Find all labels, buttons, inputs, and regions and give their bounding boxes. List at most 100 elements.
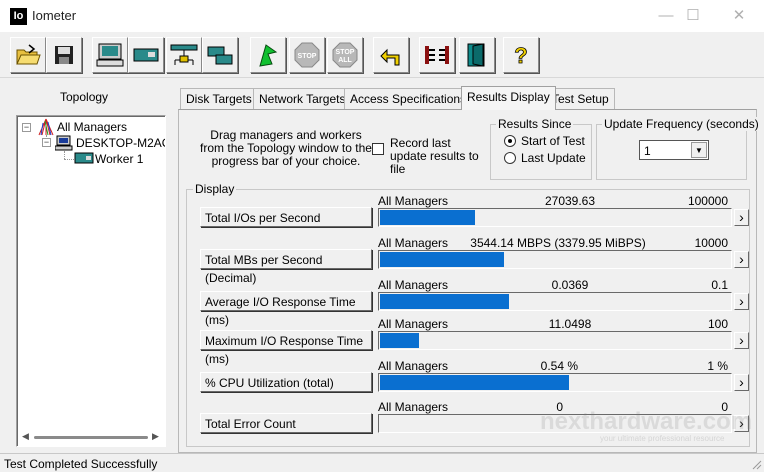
tab-test-setup[interactable]: Test Setup: [546, 88, 615, 109]
result-progress-bar[interactable]: [378, 250, 732, 269]
result-max-value: 100000: [687, 194, 728, 208]
duplicate-worker-button[interactable]: [202, 37, 238, 73]
tree-item-computer[interactable]: DESKTOP-M2AO8: [76, 136, 165, 150]
chevron-right-icon[interactable]: ›: [734, 251, 749, 268]
start-tests-button[interactable]: [250, 37, 286, 73]
watermark-tagline: your ultimate professional resource: [600, 434, 725, 443]
result-max-value: 0.1: [711, 278, 728, 292]
result-source-label: All Managers: [378, 317, 449, 331]
result-metric-button[interactable]: Total Error Count: [200, 413, 372, 433]
record-results-label: Record last update results to file: [390, 136, 479, 176]
instructions-text: Drag managers and workers from the Topol…: [200, 128, 372, 168]
svg-text:ALL: ALL: [338, 57, 352, 64]
scroll-thumb[interactable]: [34, 436, 148, 439]
disconnect-button[interactable]: [419, 37, 455, 73]
result-max-value: 10000: [694, 236, 728, 250]
status-bar: Test Completed Successfully: [0, 453, 764, 472]
result-source-label: All Managers: [378, 236, 449, 250]
tree-item-all-managers[interactable]: All Managers: [57, 120, 127, 134]
computer-icon: [55, 135, 73, 151]
open-folder-icon: [16, 44, 41, 65]
result-metric-button[interactable]: Total I/Os per Second: [200, 207, 372, 227]
add-network-target-button[interactable]: [166, 37, 202, 73]
scroll-left-icon[interactable]: ◀: [22, 431, 29, 442]
stop-icon: STOP: [294, 42, 320, 68]
chevron-right-icon[interactable]: ›: [734, 332, 749, 349]
chevron-right-icon[interactable]: ›: [734, 209, 749, 226]
minimize-icon[interactable]: —: [651, 4, 681, 28]
help-button[interactable]: ?: [503, 37, 539, 73]
tree-item-worker[interactable]: Worker 1: [95, 152, 143, 166]
topology-tree[interactable]: − All Managers − DESKTOP-M2AO8 Worker 1: [16, 115, 166, 447]
close-icon[interactable]: ✕: [724, 4, 754, 28]
record-results-checkbox[interactable]: [372, 143, 384, 155]
result-max-value: 1 %: [707, 359, 728, 373]
new-network-worker-icon: [133, 48, 159, 62]
stop-all-button[interactable]: STOP ALL: [327, 37, 363, 73]
result-source-label: All Managers: [378, 194, 449, 208]
maximize-icon[interactable]: ☐: [678, 4, 708, 28]
worker-icon: [74, 152, 94, 164]
update-frequency-value: 1: [644, 144, 651, 158]
result-progress-bar[interactable]: [378, 208, 732, 227]
svg-text:STOP: STOP: [298, 53, 317, 60]
start-network-worker-button[interactable]: [128, 37, 164, 73]
svg-text:STOP: STOP: [336, 49, 355, 56]
tree-expander[interactable]: −: [42, 138, 51, 147]
disconnect-icon: [425, 46, 449, 64]
exit-icon: [467, 43, 485, 67]
start-disk-worker-button[interactable]: [92, 37, 128, 73]
save-config-button[interactable]: [46, 37, 82, 73]
stop-test-button[interactable]: STOP: [289, 37, 325, 73]
result-source-label: All Managers: [378, 359, 449, 373]
title-bar: Io Iometer — ☐ ✕: [0, 0, 764, 32]
radio-start-of-test-label: Start of Test: [521, 134, 585, 148]
tab-network-targets[interactable]: Network Targets: [253, 88, 352, 109]
result-progress-fill: [380, 375, 569, 390]
result-progress-bar[interactable]: [378, 331, 732, 350]
stop-all-icon: STOP ALL: [332, 42, 358, 68]
result-value: 3544.14 MBPS (3379.95 MiBPS): [470, 236, 646, 250]
toolbar: STOP STOP ALL ?: [0, 32, 764, 78]
radio-start-of-test[interactable]: [504, 135, 516, 147]
result-progress-fill: [380, 294, 509, 309]
topology-title: Topology: [60, 90, 109, 104]
all-managers-icon: [38, 118, 54, 136]
help-icon: ?: [514, 43, 528, 68]
tab-results-display[interactable]: Results Display: [461, 86, 556, 110]
result-metric-button[interactable]: Maximum I/O Response Time (ms): [200, 330, 372, 366]
display-label: Display: [193, 182, 237, 196]
radio-last-update[interactable]: [504, 152, 516, 164]
result-metric-button[interactable]: % CPU Utilization (total): [200, 372, 372, 392]
tab-disk-targets[interactable]: Disk Targets: [180, 88, 258, 109]
update-frequency-select[interactable]: 1 ▼: [639, 140, 709, 160]
result-progress-bar[interactable]: [378, 373, 732, 392]
topology-scrollbar[interactable]: ◀ ▶: [18, 430, 164, 446]
result-value: 0.54 %: [540, 359, 578, 373]
results-since-label: Results Since: [496, 117, 574, 131]
result-progress-fill: [380, 252, 504, 267]
app-logo-icon: Io: [10, 8, 27, 25]
tab-access-specifications[interactable]: Access Specifications: [344, 88, 473, 109]
result-progress-bar[interactable]: [378, 292, 732, 311]
chevron-right-icon[interactable]: ›: [734, 293, 749, 310]
open-config-button[interactable]: [10, 37, 46, 73]
chevron-down-icon[interactable]: ▼: [691, 142, 707, 158]
scroll-right-icon[interactable]: ▶: [152, 431, 159, 442]
radio-last-update-label: Last Update: [521, 151, 586, 165]
status-text: Test Completed Successfully: [4, 457, 158, 471]
resize-grip-icon[interactable]: [750, 458, 762, 470]
save-icon: [55, 46, 73, 64]
result-progress-fill: [380, 210, 475, 225]
reset-workers-button[interactable]: [373, 37, 409, 73]
result-value: 27039.63: [544, 194, 596, 208]
chevron-right-icon[interactable]: ›: [734, 374, 749, 391]
window-title: Iometer: [32, 8, 77, 23]
exit-button[interactable]: [459, 37, 495, 73]
result-metric-button[interactable]: Average I/O Response Time (ms): [200, 291, 372, 327]
svg-text:?: ?: [514, 43, 527, 68]
result-metric-button[interactable]: Total MBs per Second (Decimal): [200, 249, 372, 285]
tree-expander[interactable]: −: [22, 123, 31, 132]
new-disk-worker-icon: [96, 43, 124, 67]
duplicate-worker-icon: [207, 46, 233, 65]
